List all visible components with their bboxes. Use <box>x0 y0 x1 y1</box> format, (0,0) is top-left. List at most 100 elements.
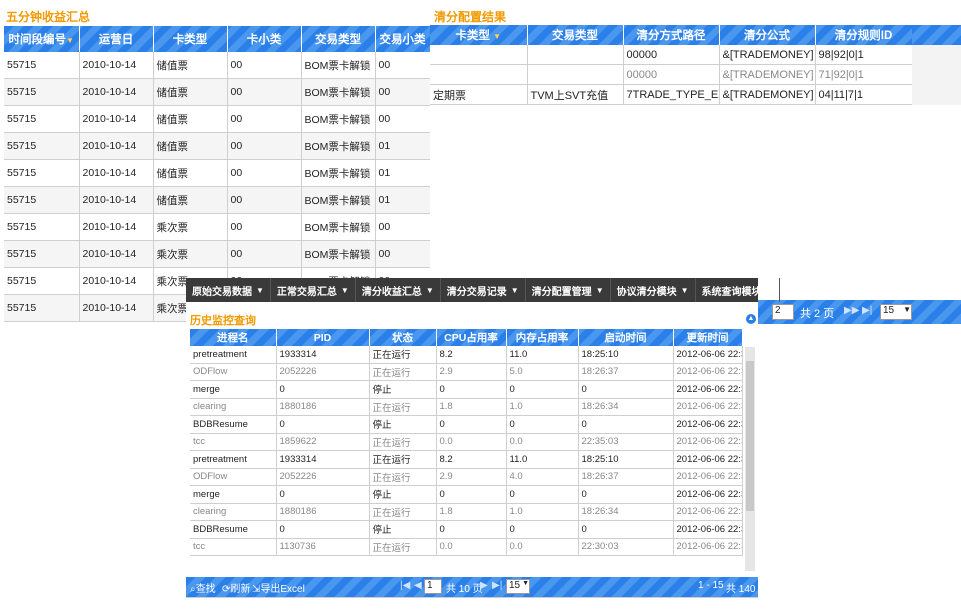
table-row[interactable]: pretreatment 1933314 正在运行 8.2 11.0 18:25:10 20… <box>190 346 743 364</box>
table-row[interactable]: 定期票TVM上SVT充值7TRADE_TYPE_EX=&[TRADEMONEY]… <box>430 84 913 105</box>
refresh-button[interactable]: ⟳刷新 <box>222 580 250 595</box>
page-size-select[interactable]: 15 ▼ <box>880 304 912 320</box>
table-row[interactable]: 557152010-10-14乘次票00BOM票卡解锁00 <box>4 240 431 268</box>
table-cell: &[TRADEMONEY] <box>719 64 816 85</box>
table-row[interactable]: 00000 &[TRADEMONEY] 98|92|0|1 <box>430 45 913 65</box>
table-row[interactable]: merge0停止0002012-06-06 22:30:03 <box>190 485 743 504</box>
table-cell: tcc <box>190 538 277 556</box>
table-cell: 55715 <box>4 186 80 214</box>
menu-item[interactable]: 系统查询模块 ▼ <box>696 278 781 302</box>
table-cell: &[TRADEMONEY] <box>719 84 816 105</box>
table-cell: 2012-06-06 22:30:03 <box>673 485 743 504</box>
table-cell: pretreatment <box>190 450 277 469</box>
table-cell: 55715 <box>4 132 80 160</box>
column-header[interactable]: 内存占用率 <box>506 329 579 346</box>
table-cell: 停止 <box>369 415 437 434</box>
table-cell: 正在运行 <box>369 450 437 469</box>
column-header[interactable]: 时间段编号▼ <box>4 26 80 52</box>
table-cell <box>527 45 624 65</box>
table-row[interactable]: 55715 2010-10-14 储值票 00 BOM票卡解锁 01 <box>4 159 431 187</box>
table-row[interactable]: 55715 2010-10-14 储值票 00 BOM票卡解锁 00 <box>4 52 431 79</box>
table-cell: clearing <box>190 503 277 521</box>
table-row[interactable]: BDBResume0停止0002012-06-06 22:30:03 <box>190 520 743 539</box>
table-cell: 00 <box>375 52 431 79</box>
column-header[interactable]: 交易类型 <box>301 26 376 52</box>
table-cell: 18:26:34 <box>578 503 674 521</box>
table-gap <box>912 45 961 105</box>
table-cell: BOM票卡解锁 <box>301 105 376 133</box>
table-cell: 正在运行 <box>369 363 437 381</box>
table-cell: 00000 <box>623 45 720 65</box>
table-cell: 0 <box>276 380 370 399</box>
table-cell: BOM票卡解锁 <box>301 159 376 187</box>
column-header[interactable]: 交易类型 <box>527 25 624 45</box>
last-page-icon[interactable]: ▶| <box>862 305 872 316</box>
table-cell: 1.0 <box>506 503 579 521</box>
table-cell: 01 <box>375 186 431 214</box>
table-row[interactable]: BDBResume0停止0002012-06-06 22:35:03 <box>190 415 743 434</box>
table-row[interactable]: tcc 1859622 正在运行 0.0 0.0 22:35:03 2012-06-06 2… <box>190 433 743 451</box>
collapse-icon[interactable]: ▲ <box>746 314 756 324</box>
table-row[interactable]: ODFlow 2052226 正在运行 2.9 5.0 18:26:37 2012-06-0… <box>190 363 743 381</box>
table-cell: 0 <box>436 380 507 399</box>
column-header[interactable]: 卡小类 <box>227 26 302 52</box>
column-header[interactable]: 卡类型 <box>153 26 228 52</box>
table-row[interactable]: pretreatment 1933314 正在运行 8.2 11.0 18:25:10 20… <box>190 450 743 469</box>
table-row[interactable]: 55715 2010-10-14 储值票 00 BOM票卡解锁 00 <box>4 105 431 133</box>
menu-item-label: 清分交易记录 <box>446 286 507 298</box>
table-cell: 2012-06-06 22:35:03 <box>673 415 743 434</box>
column-header[interactable]: 进程名 <box>190 329 277 346</box>
table-cell: 储值票 <box>153 78 228 106</box>
menu-item[interactable]: 原始交易数据 ▼ <box>186 278 271 302</box>
prev-page-icon[interactable]: ◀ <box>414 580 422 591</box>
table-cell: 55715 <box>4 105 80 133</box>
scrollbar-thumb[interactable] <box>746 361 754 511</box>
table-cell: 55715 <box>4 159 80 187</box>
table-cell: 11.0 <box>506 450 579 469</box>
column-header[interactable]: 状态 <box>369 329 437 346</box>
page-input[interactable]: 1 <box>424 579 442 594</box>
clear-config-table: 卡类型 ▼ 交易类型 清分方式路径 清分公式 清分规则ID 00000 &[TRA… <box>430 25 913 105</box>
first-page-icon[interactable]: |◀ <box>400 580 410 591</box>
column-header[interactable]: 清分方式路径 <box>623 25 720 45</box>
table-cell: 2.9 <box>436 468 507 486</box>
page-input[interactable]: 2 <box>772 304 794 320</box>
menu-item[interactable]: 正常交易汇总 ▼ <box>271 278 356 302</box>
column-header[interactable]: PID <box>276 329 370 346</box>
table-row[interactable]: 55715 2010-10-14 储值票 00 BOM票卡解锁 00 <box>4 78 431 106</box>
next-page-icon[interactable]: ▶▶ <box>844 305 859 316</box>
table-row[interactable]: clearing 1880186 正在运行 1.8 1.0 18:26:34 2012-06… <box>190 398 743 416</box>
table-row[interactable]: 557152010-10-14乘次票00BOM票卡解锁00 <box>4 213 431 241</box>
menu-item[interactable]: 协议清分模块 ▼ <box>611 278 696 302</box>
table-cell: 1859622 <box>276 433 370 451</box>
column-header[interactable]: 卡类型 ▼ <box>430 25 528 45</box>
column-header[interactable]: 交易小类 <box>375 26 431 52</box>
table-row[interactable]: clearing 1880186 正在运行 1.8 1.0 18:26:34 2012-06… <box>190 503 743 521</box>
menu-item[interactable]: 清分交易记录 ▼ <box>441 278 526 302</box>
page-size-select[interactable]: 15 ▼ <box>506 579 530 594</box>
table-row[interactable]: merge0停止0002012-06-06 22:35:03 <box>190 380 743 399</box>
column-header[interactable]: 清分规则ID <box>815 25 913 45</box>
table-row[interactable]: 55715 2010-10-14 储值票 00 BOM票卡解锁 01 <box>4 132 431 160</box>
menu-item[interactable]: 清分收益汇总 ▼ <box>356 278 441 302</box>
table-row[interactable]: 00000 &[TRADEMONEY] 71|92|0|1 <box>430 64 913 85</box>
find-button[interactable]: ⌕查找 <box>190 580 216 595</box>
total-records: 共 140 条 <box>726 584 769 595</box>
next-page-icon[interactable]: ▶ <box>480 580 488 591</box>
export-button[interactable]: ⇲导出Excel <box>252 580 305 595</box>
column-header[interactable]: 运营日 <box>79 26 154 52</box>
column-header[interactable]: CPU占用率 <box>436 329 507 346</box>
table-row[interactable]: tcc 1130736 正在运行 0.0 0.0 22:30:03 2012-06-06 2… <box>190 538 743 556</box>
table-row[interactable]: 55715 2010-10-14 储值票 00 BOM票卡解锁 01 <box>4 186 431 214</box>
column-header[interactable]: 启动时间 <box>578 329 674 346</box>
vertical-scrollbar[interactable] <box>745 347 755 571</box>
column-header[interactable]: 清分公式 <box>719 25 816 45</box>
last-page-icon[interactable]: ▶| <box>492 580 502 591</box>
table-row[interactable]: ODFlow 2052226 正在运行 2.9 4.0 18:26:37 2012-06-0… <box>190 468 743 486</box>
menu-item[interactable]: 清分配置管理 ▼ <box>526 278 611 302</box>
table-cell: 2010-10-14 <box>79 267 154 295</box>
table-cell: 储值票 <box>153 52 228 79</box>
column-header[interactable]: 更新时间 <box>673 329 743 346</box>
table-cell: 0 <box>578 380 674 399</box>
table-cell: BOM票卡解锁 <box>301 186 376 214</box>
